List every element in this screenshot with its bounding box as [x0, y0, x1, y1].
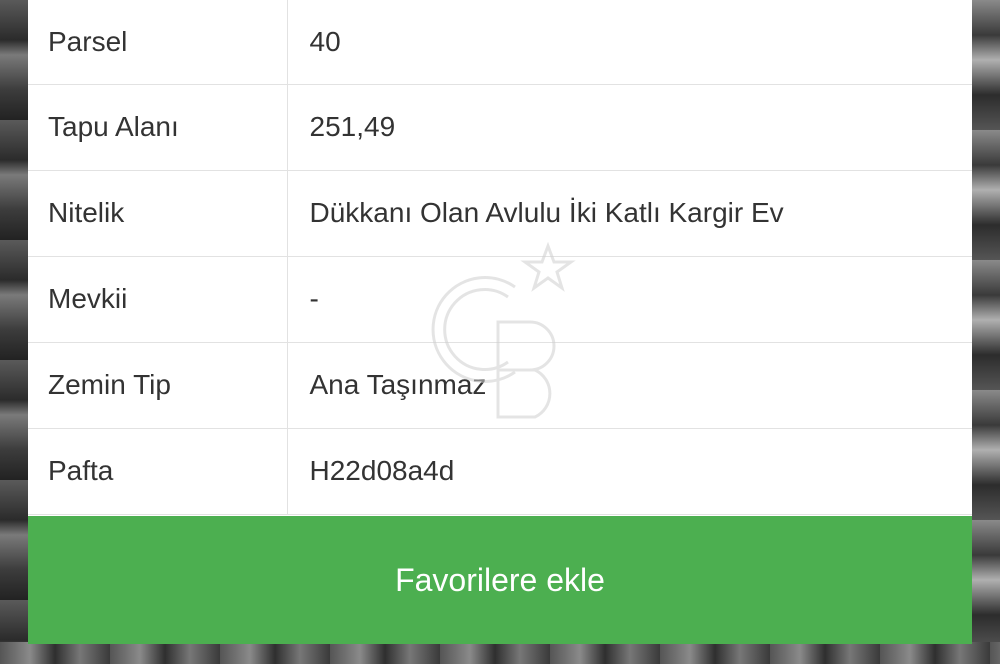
background-right-edge [972, 0, 1000, 664]
detail-value: H22d08a4d [287, 428, 972, 515]
table-row: Mevkii - [28, 256, 972, 343]
detail-label: Parsel [28, 0, 288, 85]
detail-value: 40 [287, 0, 972, 85]
detail-label: Nitelik [28, 170, 288, 257]
background-left-edge [0, 0, 28, 664]
table-row: Nitelik Dükkanı Olan Avlulu İki Katlı Ka… [28, 170, 972, 257]
detail-label: Zemin Tip [28, 342, 288, 429]
property-details-panel: Parsel 40 Tapu Alanı 251,49 Nitelik Dükk… [28, 0, 972, 644]
detail-value: - [287, 256, 972, 343]
add-to-favorites-button[interactable]: Favorilere ekle [28, 516, 972, 644]
detail-value: 251,49 [287, 84, 972, 171]
table-row: Zemin Tip Ana Taşınmaz [28, 342, 972, 429]
detail-label: Pafta [28, 428, 288, 515]
detail-value: Ana Taşınmaz [287, 342, 972, 429]
detail-label: Mevkii [28, 256, 288, 343]
detail-label: Tapu Alanı [28, 84, 288, 171]
table-row: Tapu Alanı 251,49 [28, 84, 972, 171]
table-row: Parsel 40 [28, 0, 972, 85]
detail-value: Dükkanı Olan Avlulu İki Katlı Kargir Ev [287, 170, 972, 257]
property-details-table: Parsel 40 Tapu Alanı 251,49 Nitelik Dükk… [28, 0, 972, 515]
table-row: Pafta H22d08a4d [28, 428, 972, 515]
background-bottom-edge [0, 642, 1000, 664]
